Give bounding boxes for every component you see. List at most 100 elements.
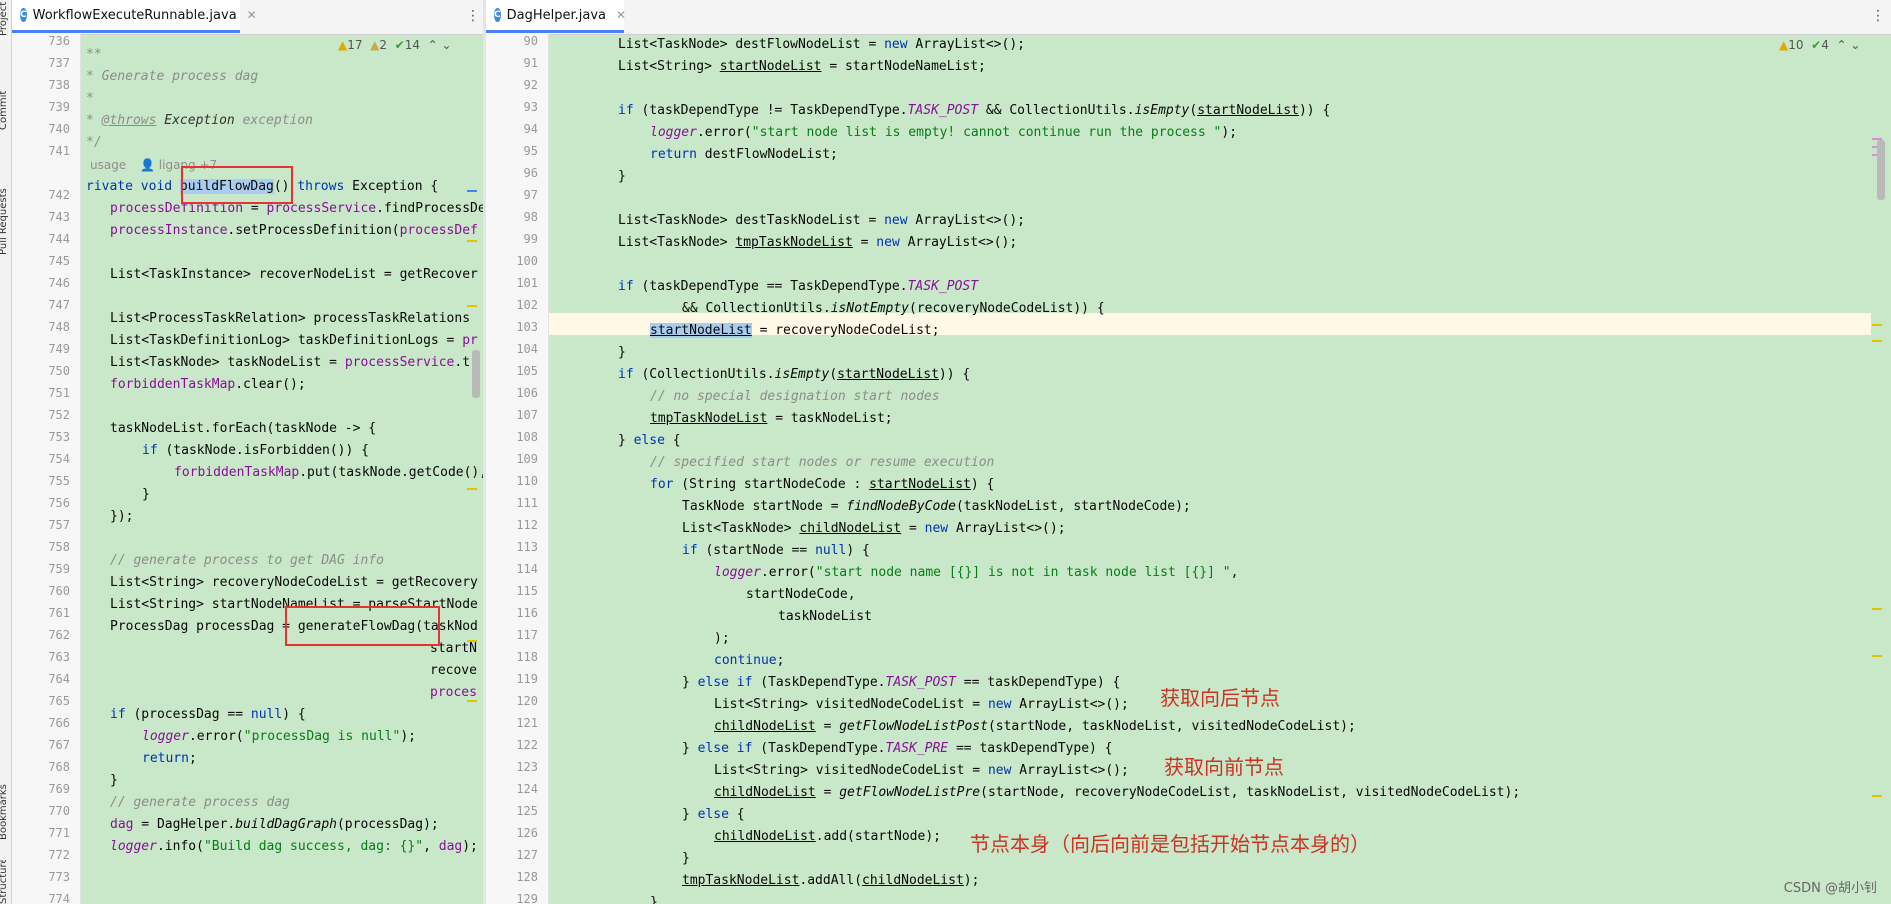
code-line: forbiddenTaskMap.put(taskNode.getCode(),: [174, 465, 483, 480]
line-number: 104: [516, 342, 538, 356]
tool-tab-project[interactable]: Project: [0, 2, 12, 36]
code-line: logger.error("start node list is empty! …: [650, 125, 1238, 140]
code-line: List<String> startNodeList = startNodeNa…: [618, 59, 986, 74]
line-number: 91: [523, 56, 538, 70]
tool-tab-bookmarks[interactable]: Bookmarks: [0, 770, 12, 840]
line-number: 774: [48, 892, 70, 904]
code-line: });: [110, 509, 134, 524]
tab-workflow-execute-runnable[interactable]: C WorkflowExecuteRunnable.java ✕: [12, 0, 257, 33]
line-number: 101: [516, 276, 538, 290]
inspection-status[interactable]: ▲10 ✔4 ⌃ ⌄: [1779, 38, 1860, 52]
next-highlight-icon[interactable]: ⌄: [442, 38, 452, 52]
line-number: 115: [516, 584, 538, 598]
scrollbar-thumb[interactable]: [472, 350, 480, 398]
code-line: startNodeCode,: [746, 587, 856, 602]
line-number: 100: [516, 254, 538, 268]
line-number: 752: [48, 408, 70, 422]
line-number: 96: [523, 166, 538, 180]
code-line: dag = DagHelper.buildDagGraph(processDag…: [110, 817, 439, 832]
code-line: * @throws Exception exception: [86, 113, 314, 128]
usage-inlay-hint[interactable]: usage: [90, 158, 126, 172]
code-line: if (taskNode.isForbidden()) {: [142, 443, 369, 458]
left-gutter: 736 737 738 739 740 741 742 743 744 745 …: [12, 34, 81, 904]
code-line: // generate process dag: [110, 795, 291, 810]
weak-warning-icon: ▲: [370, 38, 380, 52]
inspection-status[interactable]: ▲17 ▲2 ✔14 ⌃ ⌄: [338, 38, 452, 52]
code-line: return;: [142, 751, 197, 766]
line-number: 771: [48, 826, 70, 840]
typo-count: 14: [404, 38, 421, 52]
tool-tab-pull-requests[interactable]: Pull Requests: [0, 160, 12, 255]
line-number: 754: [48, 452, 70, 466]
typo-count: 4: [1821, 38, 1829, 52]
code-line: List<TaskNode> childNodeList = new Array…: [682, 521, 1066, 536]
line-number: 118: [516, 650, 538, 664]
annotation-next-nodes: 获取向后节点: [1160, 686, 1280, 710]
line-number: 757: [48, 518, 70, 532]
code-line: if (CollectionUtils.isEmpty(startNodeLis…: [618, 367, 971, 382]
code-line: }: [618, 345, 626, 360]
line-number: 117: [516, 628, 538, 642]
code-line: processInstance.setProcessDefinition(pro…: [110, 223, 478, 238]
line-number: 119: [516, 672, 538, 686]
more-options-icon[interactable]: ⋮: [466, 8, 480, 24]
line-number: 762: [48, 628, 70, 642]
left-tab-bar: C WorkflowExecuteRunnable.java ✕ ⋮: [12, 0, 483, 35]
code-line: if (taskDependType != TaskDependType.TAS…: [618, 103, 1331, 118]
line-number: 95: [523, 144, 538, 158]
scrollbar-thumb[interactable]: [1877, 140, 1885, 200]
annotation-node-self: 节点本身（向后向前是包括开始节点本身的）: [970, 832, 1370, 856]
code-line: } else {: [682, 807, 745, 822]
line-number: 126: [516, 826, 538, 840]
more-options-icon[interactable]: ⋮: [1871, 8, 1885, 24]
code-line: );: [714, 631, 730, 646]
warning-count: 10: [1788, 38, 1804, 52]
previous-highlight-icon[interactable]: ⌃: [1837, 38, 1847, 52]
line-number: 122: [516, 738, 538, 752]
java-class-icon: C: [20, 8, 27, 22]
line-number: 760: [48, 584, 70, 598]
scroll-marker: [1872, 795, 1882, 797]
line-number: 114: [516, 562, 538, 576]
line-number: 111: [516, 496, 538, 510]
right-gutter: 90 91 92 93 94 95 96 97 98 99 100 101 10…: [486, 34, 549, 904]
line-number: 744: [48, 232, 70, 246]
scroll-marker: [467, 305, 477, 307]
line-number: 106: [516, 386, 538, 400]
code-line: childNodeList = getFlowNodeListPre(start…: [714, 785, 1521, 800]
line-number: 97: [523, 188, 538, 202]
tool-tab-structure[interactable]: Structure: [0, 860, 12, 904]
line-number: 750: [48, 364, 70, 378]
code-line: taskNodeList: [778, 609, 872, 624]
code-line: if (taskDependType == TaskDependType.TAS…: [618, 279, 979, 294]
java-class-icon: C: [494, 8, 501, 22]
code-line: List<String> visitedNodeCodeList = new A…: [714, 697, 1129, 712]
previous-highlight-icon[interactable]: ⌃: [428, 38, 438, 52]
close-icon[interactable]: ✕: [247, 8, 257, 22]
line-number: 743: [48, 210, 70, 224]
code-line: logger.error("start node name [{}] is no…: [714, 565, 1239, 580]
line-number: 120: [516, 694, 538, 708]
weak-warning-count: 2: [379, 38, 388, 52]
code-line: } else if (TaskDependType.TASK_POST == t…: [682, 675, 1121, 690]
code-line: List<TaskNode> tmpTaskNodeList = new Arr…: [618, 235, 1018, 250]
code-line: // generate process to get DAG info: [110, 553, 384, 568]
close-icon[interactable]: ✕: [616, 8, 626, 22]
line-number: 736: [48, 34, 70, 48]
code-line: processDefinition = processService.findP…: [110, 201, 483, 216]
code-line: }: [142, 487, 150, 502]
code-line: }: [682, 851, 690, 866]
code-line: tmpTaskNodeList = taskNodeList;: [650, 411, 893, 426]
line-number: 129: [516, 892, 538, 904]
watermark: CSDN @胡小钊: [1783, 881, 1877, 896]
line-number: 127: [516, 848, 538, 862]
tool-tab-commit[interactable]: Commit: [0, 80, 12, 130]
line-number: 756: [48, 496, 70, 510]
line-number: 764: [48, 672, 70, 686]
code-line: } else {: [618, 433, 681, 448]
tab-dag-helper[interactable]: C DagHelper.java ✕: [486, 0, 626, 33]
next-highlight-icon[interactable]: ⌄: [1850, 38, 1860, 52]
line-number: 113: [516, 540, 538, 554]
line-number: 748: [48, 320, 70, 334]
code-line: // no special designation start nodes: [650, 389, 940, 404]
